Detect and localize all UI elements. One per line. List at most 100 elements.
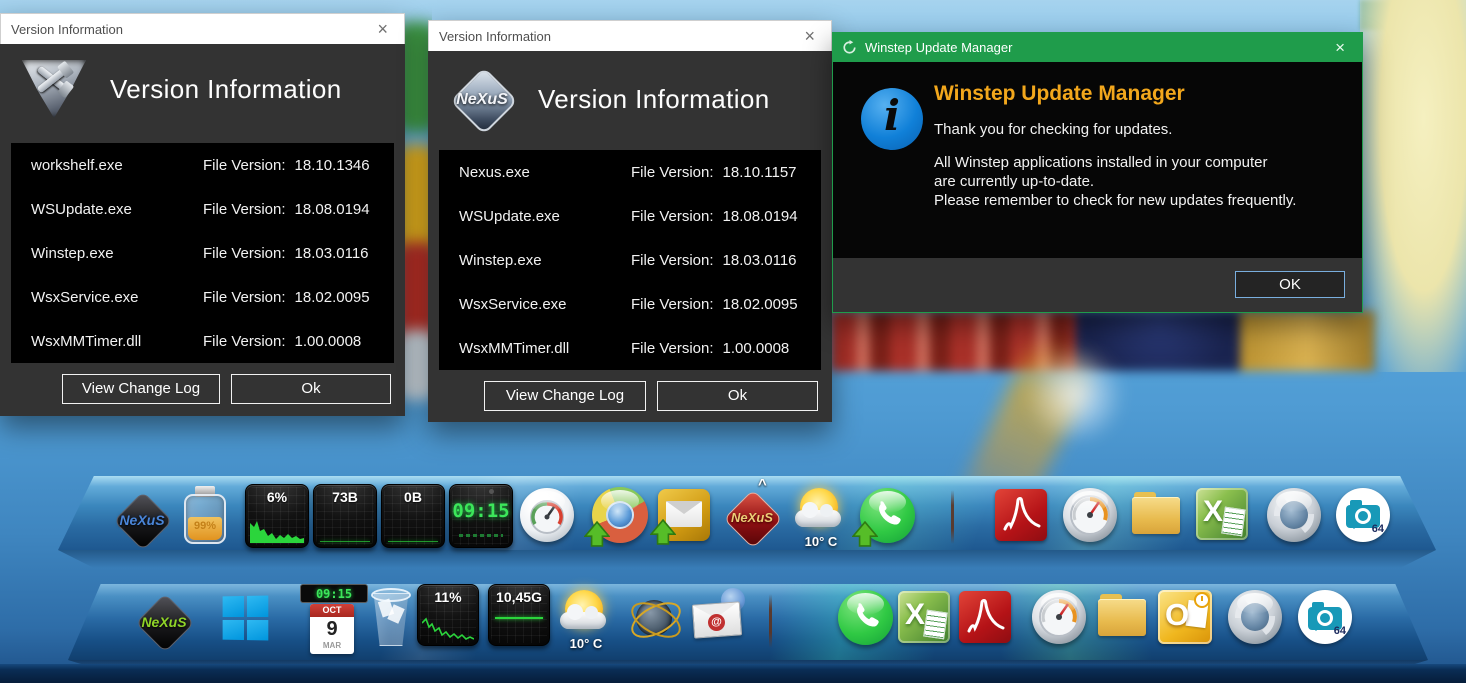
top-dock-net-received-meter[interactable]: 73B [313,484,377,548]
file-row: WSUpdate.exe File Version: 18.08.0194 [11,187,394,231]
spreadsheet-icon [923,610,948,640]
top-dock-folder-icon[interactable] [1132,492,1180,534]
file-row: WsxMMTimer.dll File Version: 1.00.0008 [439,326,821,370]
top-dock-update-sphere-icon[interactable] [1267,488,1321,542]
running-indicator-arrow [852,521,878,547]
ok-button[interactable]: OK [1235,271,1345,298]
calendar-weekday: MAR [310,641,354,650]
bottom-dock-outlook-icon[interactable]: O [1158,590,1212,644]
nexus-logo-text: NeXuS [112,512,172,528]
file-version-label: File Version: [203,245,286,262]
wallpaper-white-blob [1020,350,1130,440]
barometer-dial [1063,488,1117,542]
top-dock-adobe-reader-icon[interactable] [995,489,1047,541]
message-line-4: Please remember to check for new updates… [934,191,1296,210]
bottom-dock-clock-calendar-widget[interactable]: 09:15 OCT 9 MAR [300,584,370,656]
file-version-list: workshelf.exe File Version: 18.10.1346 W… [11,143,394,363]
close-icon[interactable]: × [371,18,394,40]
outlook-o-letter: O [1165,597,1189,633]
top-dock-browser-icon[interactable] [592,487,648,543]
bottom-dock-whatsapp-icon[interactable] [838,590,893,645]
bottom-dock-weather-widget[interactable]: 10° C [558,588,614,654]
file-version-value: 18.02.0095 [295,289,370,306]
file-name: WSUpdate.exe [459,208,631,225]
file-row: workshelf.exe File Version: 18.10.1346 [11,143,394,187]
adobe-ribbon-glyph [959,591,1011,643]
update-dialog-titlebar[interactable]: Winstep Update Manager × [833,33,1362,62]
top-dock-excel-icon[interactable]: X [1196,488,1248,540]
dialog-buttons: View Change Log Ok [428,381,818,411]
bottom-dock-adobe-reader-icon[interactable] [959,591,1011,643]
file-version-label: File Version: [631,296,714,313]
close-icon[interactable]: × [798,25,821,47]
bottom-dock-update-sphere-icon[interactable] [1228,590,1282,644]
browser-globe [606,501,634,529]
cloud-icon [560,612,606,629]
dialog-buttons: View Change Log Ok [0,374,391,404]
top-dock-clock-widget[interactable]: 09:15 [449,484,513,548]
top-dock-nexus-icon[interactable]: NeXuS [112,490,172,550]
top-dock-whatsapp-icon[interactable] [860,488,915,543]
wallpaper-yellow-glow [1360,0,1466,372]
bottom-edge-strip [0,664,1466,683]
bottom-dock-cpu-meter[interactable]: 11% [417,584,479,646]
nexus-dialog-titlebar[interactable]: Version Information × [428,20,832,51]
file-name: WsxMMTimer.dll [459,340,631,357]
top-dock-cpu-meter[interactable]: 6% [245,484,309,548]
calendar-month: OCT [310,604,354,617]
file-name: workshelf.exe [31,157,203,174]
message-block: All Winstep applications installed in yo… [934,153,1296,210]
barometer-dial [1032,590,1086,644]
battery-percent-label: 99% [182,520,228,532]
message-line-2: All Winstep applications installed in yo… [934,153,1296,172]
ok-button[interactable]: Ok [657,381,818,411]
close-icon[interactable]: × [1327,36,1353,60]
camera-badge: 64 [1334,625,1346,637]
file-version-list: Nexus.exe File Version: 18.10.1157 WSUpd… [439,150,821,370]
bottom-dock-folder-icon[interactable] [1098,594,1146,636]
top-dock-screenshot-captor-icon[interactable]: 64 [1336,488,1390,542]
dock-chevron-up-icon[interactable]: ^ [758,476,767,493]
memory-graph-line [495,617,543,619]
top-dock-barometer-icon[interactable] [1063,488,1117,542]
bottom-dock-memory-meter[interactable]: 10,45G [488,584,550,646]
view-change-log-button[interactable]: View Change Log [484,381,646,411]
nexus-logo-text: NeXuS [134,614,194,630]
desktop: NeXuS 99% 6% 73B 0B 09:15 [0,0,1466,683]
window-title: Version Information [439,29,551,44]
top-dock-net-sent-meter[interactable]: 0B [381,484,445,548]
cpu-percent-label: 11% [418,589,478,605]
ok-button[interactable]: Ok [231,374,391,404]
nexus-red-logo-text: NeXuS [722,510,782,525]
phone-icon [838,590,893,645]
bottom-dock-recycle-bin-icon[interactable] [368,588,414,646]
temperature-label: 10° C [793,534,849,549]
top-dock-weather-widget[interactable]: 10° C [793,486,849,552]
file-version-label: File Version: [203,201,286,218]
top-dock-nexus-red-icon[interactable]: NeXuS [722,488,782,548]
file-version-label: File Version: [203,289,286,306]
bottom-dock-email-icon[interactable]: @ [693,596,745,642]
nexus-version-dialog: Version Information × NeXuS Version Info… [428,20,832,422]
file-name: WsxMMTimer.dll [31,333,203,350]
file-row: WSUpdate.exe File Version: 18.08.0194 [439,194,821,238]
battery-glass [184,494,226,544]
bottom-dock-excel-icon[interactable]: X [898,591,950,643]
bottom-dock-windows-icon[interactable] [223,596,269,641]
clock-lens-dot [489,489,494,494]
update-dialog-footer: OK [833,258,1362,312]
running-indicator-arrow [650,519,676,545]
view-change-log-button[interactable]: View Change Log [62,374,220,404]
dock-separator [951,490,954,544]
bottom-dock-internet-globe-icon[interactable] [628,592,680,644]
workshelf-dialog-titlebar[interactable]: Version Information × [0,13,405,44]
top-dock-mail-icon[interactable] [658,489,710,541]
adobe-ribbon-glyph [995,489,1047,541]
bottom-dock-screenshot-captor-icon[interactable]: 64 [1298,590,1352,644]
bottom-dock-barometer-icon[interactable] [1032,590,1086,644]
top-dock-gauge-orb-icon[interactable] [520,488,574,542]
bottom-dock-nexus-icon[interactable]: NeXuS [134,592,194,652]
camera-badge: 64 [1372,523,1384,535]
nexus-logo-text: NeXuS [450,91,514,109]
top-dock-battery-meter[interactable]: 99% [182,486,228,544]
